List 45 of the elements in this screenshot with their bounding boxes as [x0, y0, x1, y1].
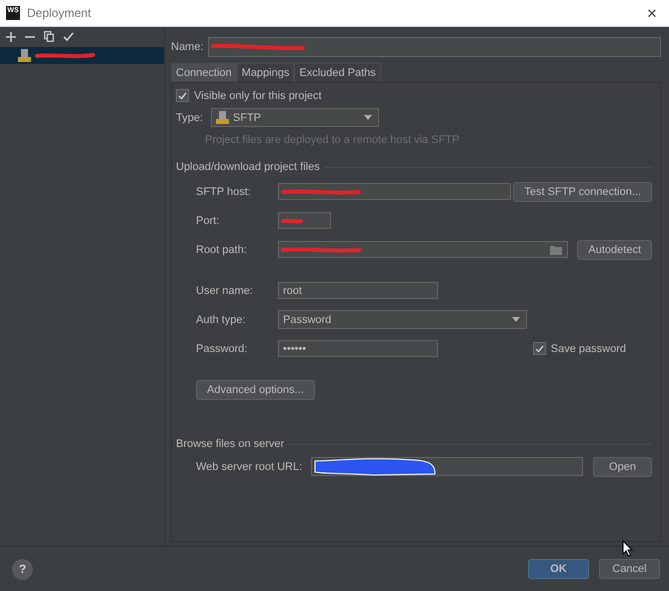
caret-icon	[512, 317, 520, 322]
checkbox[interactable]	[176, 89, 189, 102]
checkbox-label: Visible only for this project	[194, 90, 322, 102]
action-button[interactable]: Autodetect	[577, 240, 652, 260]
field-label: Auth type:	[196, 314, 247, 326]
field-label: Type:	[176, 112, 203, 124]
input-field[interactable]: root	[278, 282, 438, 299]
cursor-icon	[622, 540, 634, 557]
check-icon[interactable]	[63, 32, 74, 42]
dialog-button[interactable]: Cancel	[599, 559, 660, 579]
name-field[interactable]	[208, 37, 661, 57]
field-label: Port:	[196, 214, 220, 226]
type-dropdown[interactable]: SFTP	[210, 108, 379, 127]
action-button[interactable]: Test SFTP connection...	[513, 182, 652, 202]
tab[interactable]: Mappings	[236, 63, 294, 82]
field-label: Name:	[171, 41, 204, 53]
field-label: SFTP host:	[196, 186, 252, 198]
help-button[interactable]: ?	[12, 558, 33, 580]
input-field[interactable]	[278, 183, 511, 200]
input-field[interactable]	[278, 241, 568, 258]
window-title: Deployment	[27, 6, 92, 20]
tab[interactable]: Excluded Paths	[294, 63, 381, 82]
server-icon	[216, 111, 229, 124]
add-icon[interactable]	[6, 32, 16, 42]
server-item[interactable]	[0, 47, 164, 64]
checkbox-label: Save password	[550, 342, 626, 354]
checkbox[interactable]	[532, 342, 546, 355]
field-label: Root path:	[196, 244, 248, 256]
tab[interactable]: Connection	[171, 63, 237, 82]
auth-type-dropdown[interactable]: Password	[278, 310, 527, 329]
advanced-options-button[interactable]: Advanced options...	[196, 380, 315, 400]
field-label: Web server root URL:	[196, 460, 304, 472]
server-icon	[18, 49, 31, 62]
input-field[interactable]: ••••••	[278, 340, 438, 357]
section-title: Upload/download project files	[176, 161, 320, 173]
input-field[interactable]	[278, 212, 331, 229]
copy-icon[interactable]	[44, 31, 54, 42]
open-button[interactable]: Open	[593, 456, 652, 476]
field-label: User name:	[196, 284, 254, 296]
caret-icon	[364, 115, 372, 120]
dialog-button[interactable]: OK	[528, 559, 589, 579]
url-field[interactable]	[311, 457, 583, 476]
section-title: Browse files on server	[176, 438, 284, 450]
field-label: Password:	[196, 342, 248, 354]
close-button[interactable]: ✕	[635, 0, 669, 26]
